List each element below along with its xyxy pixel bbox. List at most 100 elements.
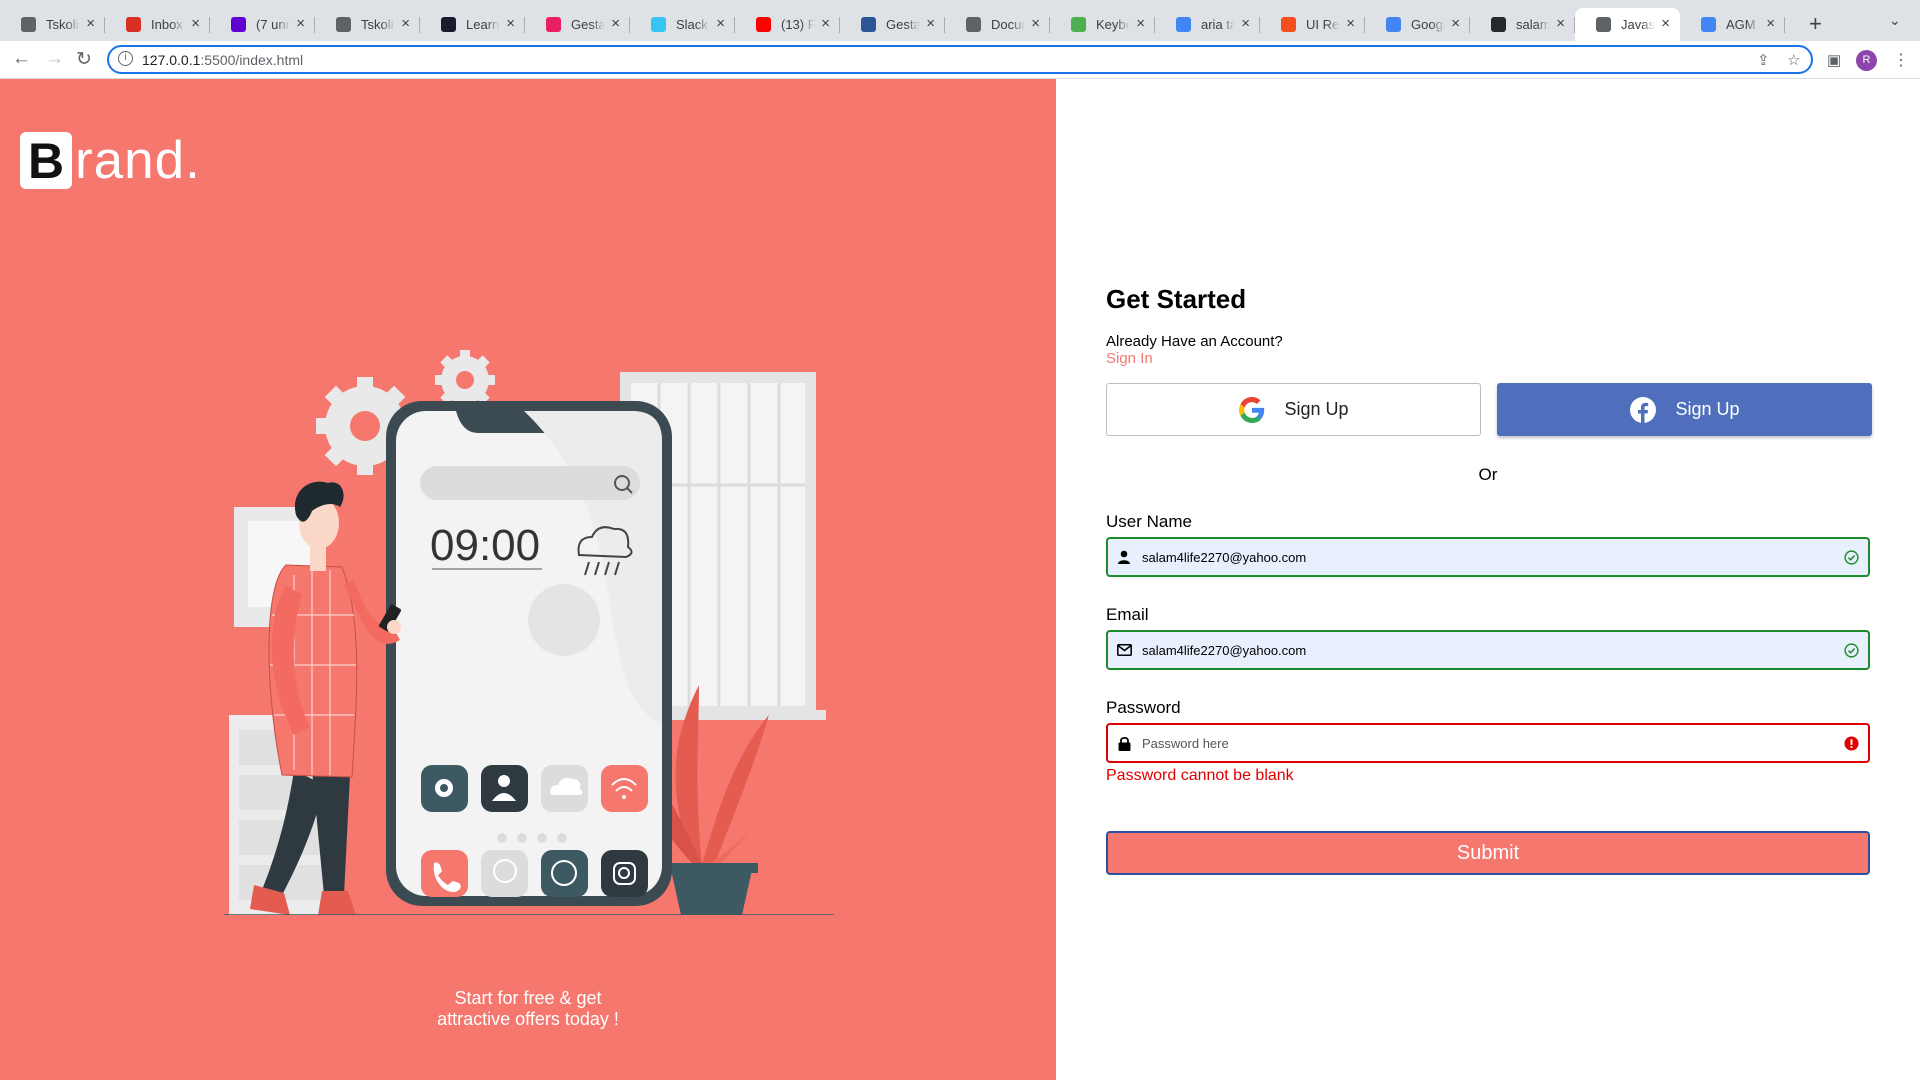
gmail-icon [126, 17, 141, 32]
facebook-signup-button[interactable]: Sign Up [1497, 383, 1872, 436]
close-tab-icon[interactable]: × [1451, 15, 1460, 32]
close-tab-icon[interactable]: × [1556, 15, 1565, 32]
fx-icon [861, 17, 876, 32]
share-icon[interactable]: ⇪ [1757, 51, 1770, 69]
browser-tab-label: Learn J [466, 17, 500, 32]
lock-icon [1116, 735, 1132, 751]
browser-tab[interactable]: (13) Fig × [735, 8, 840, 41]
browser-tab-label: aria tag [1201, 17, 1235, 32]
close-tab-icon[interactable]: × [611, 15, 620, 32]
sign-in-link[interactable]: Sign In [1106, 350, 1153, 367]
side-panel-icon[interactable]: ▣ [1827, 51, 1841, 69]
slack-icon [651, 17, 666, 32]
google-icon [1701, 17, 1716, 32]
browser-tab[interactable]: Learn J × [420, 8, 525, 41]
browser-tab-label: (13) Fig [781, 17, 815, 32]
close-tab-icon[interactable]: × [1031, 15, 1040, 32]
tab-search-icon[interactable]: ⌄ [1889, 12, 1901, 29]
browser-tab-label: Google [1411, 17, 1445, 32]
browser-tab[interactable]: AGM pl × [1680, 8, 1785, 41]
learn-icon [441, 17, 456, 32]
hero-panel: B rand. 09:00 Start for free & get attra… [0, 79, 1056, 1080]
browser-tab[interactable]: Gestalt × [525, 8, 630, 41]
app-whatsapp-icon [541, 850, 588, 897]
browser-tab-label: Docum [991, 17, 1025, 32]
browser-tab[interactable]: Keyboa × [1050, 8, 1155, 41]
phone-clock: 09:00 [430, 521, 540, 570]
close-tab-icon[interactable]: × [1136, 15, 1145, 32]
envelope-icon [1116, 642, 1132, 658]
success-check-icon [1843, 642, 1859, 658]
reload-button[interactable]: ↻ [76, 48, 92, 71]
google-signup-button[interactable]: Sign Up [1106, 383, 1481, 436]
password-label: Password [1106, 698, 1181, 717]
brand-logo-mark: B [20, 132, 72, 189]
close-tab-icon[interactable]: × [1661, 15, 1670, 32]
close-tab-icon[interactable]: × [191, 15, 200, 32]
profile-avatar[interactable]: R [1856, 50, 1877, 71]
tab-separator [1784, 17, 1785, 33]
browser-tab[interactable]: Docum × [945, 8, 1050, 41]
facebook-icon [1629, 396, 1656, 423]
browser-tab[interactable]: Slack | × [630, 8, 735, 41]
close-tab-icon[interactable]: × [296, 15, 305, 32]
youtube-icon [756, 17, 771, 32]
address-bar[interactable]: i 127.0.0.1:5500/index.html ⇪ ☆ [107, 45, 1813, 74]
google-signup-label: Sign Up [1284, 399, 1349, 419]
browser-toolbar: ← → ↻ i 127.0.0.1:5500/index.html ⇪ ☆ ▣ … [0, 41, 1920, 79]
password-field [1106, 723, 1870, 763]
forward-button[interactable]: → [45, 48, 64, 70]
globe-icon [1596, 17, 1611, 32]
app-chat-icon [481, 850, 528, 897]
username-input[interactable] [1132, 539, 1843, 575]
form-title: Get Started [1106, 284, 1247, 314]
password-input[interactable] [1132, 725, 1843, 761]
mail-icon [231, 17, 246, 32]
browser-tab-label: (7 unre [256, 17, 290, 32]
close-tab-icon[interactable]: × [926, 15, 935, 32]
browser-tab[interactable]: Gestalt × [840, 8, 945, 41]
back-button[interactable]: ← [12, 48, 31, 70]
close-tab-icon[interactable]: × [716, 15, 725, 32]
new-tab-button[interactable]: + [1809, 11, 1822, 37]
email-input[interactable] [1132, 632, 1843, 668]
close-tab-icon[interactable]: × [1241, 15, 1250, 32]
gestalt-icon [546, 17, 561, 32]
email-label: Email [1106, 605, 1149, 624]
close-tab-icon[interactable]: × [821, 15, 830, 32]
browser-tab[interactable]: Google × [1365, 8, 1470, 41]
submit-button[interactable]: Submit [1106, 831, 1870, 875]
site-info-icon[interactable]: i [118, 51, 133, 66]
github-icon [1491, 17, 1506, 32]
close-tab-icon[interactable]: × [401, 15, 410, 32]
google-icon [1176, 17, 1191, 32]
globe-icon [966, 17, 981, 32]
user-icon [1116, 549, 1132, 565]
leaf-icon [1071, 17, 1086, 32]
browser-tab-label: Javasc [1621, 17, 1655, 32]
close-tab-icon[interactable]: × [86, 15, 95, 32]
phone-user-illustration: 09:00 [224, 350, 834, 915]
app-wifi-icon [601, 765, 648, 812]
browser-tab[interactable]: UI Red × [1260, 8, 1365, 41]
page-content: B rand. 09:00 Start for free & get attra… [0, 79, 1920, 1080]
username-field [1106, 537, 1870, 577]
browser-tab[interactable]: Inbox (× [105, 8, 210, 41]
close-tab-icon[interactable]: × [1766, 15, 1775, 32]
browser-tab[interactable]: (7 unre × [210, 8, 315, 41]
error-alert-icon [1843, 735, 1859, 751]
browser-menu-icon[interactable]: ⋮ [1893, 50, 1909, 70]
browser-tab-label: Tskoli V [46, 17, 80, 32]
close-tab-icon[interactable]: × [506, 15, 515, 32]
browser-tab[interactable]: salam4 × [1470, 8, 1575, 41]
code-icon [21, 17, 36, 32]
browser-tab[interactable]: Tskoli V × [315, 8, 420, 41]
bookmark-star-icon[interactable]: ☆ [1787, 51, 1800, 69]
browser-tab[interactable]: aria tag × [1155, 8, 1260, 41]
browser-tab-label: UI Red [1306, 17, 1340, 32]
browser-tab[interactable]: Tskoli V × [0, 8, 105, 41]
phone-illustration: 09:00 [386, 401, 672, 906]
browser-tab-label: Gestalt [571, 17, 605, 32]
password-error-message: Password cannot be blank [1106, 767, 1294, 784]
close-tab-icon[interactable]: × [1346, 15, 1355, 32]
